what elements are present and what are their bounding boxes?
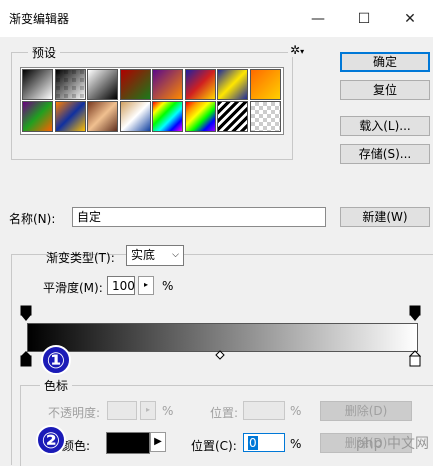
opacity-location-input[interactable] [243,401,285,420]
preset-swatch[interactable] [54,69,86,100]
load-button[interactable]: 载入(L)... [340,116,430,136]
minimize-button[interactable]: — [295,0,341,37]
color-location-value: 0 [248,436,258,450]
smoothness-stepper-button[interactable]: ▸ [138,276,154,295]
opacity-unit: % [162,404,174,418]
preset-swatch[interactable] [119,69,151,100]
preset-swatch[interactable] [249,69,281,100]
color-stop-right[interactable] [409,350,421,368]
color-location-label: 位置(C): [191,439,237,453]
gear-icon[interactable]: ✲▾ [288,43,307,57]
window-title: 渐变编辑器 [9,12,70,26]
maximize-button[interactable]: ☐ [341,0,387,37]
color-swatch[interactable] [106,432,150,454]
opacity-input[interactable] [107,401,137,420]
color-stop-left[interactable] [20,350,32,368]
save-button[interactable]: 存储(S)... [340,144,430,164]
presets-swatch-grid [20,67,284,135]
presets-label: 预设 [28,44,61,61]
opacity-stepper-button[interactable]: ▸ [140,401,156,420]
preset-swatch[interactable] [152,69,183,100]
minimize-icon: — [311,10,325,27]
preset-swatch[interactable] [152,101,183,132]
smoothness-label: 平滑度(M): [43,281,103,295]
preset-swatch[interactable] [249,101,281,132]
color-menu-button[interactable]: ▶ [150,432,166,452]
annotation-marker-two: ② [36,425,66,455]
gradient-preview-bar[interactable] [27,323,418,352]
watermark: php 中文网 [355,436,429,452]
new-button[interactable]: 新建(W) [340,207,430,227]
gradient-type-select[interactable]: 实底 ⌵ [126,245,184,266]
maximize-icon: ☐ [357,10,371,27]
name-label: 名称(N): [9,212,56,226]
smoothness-unit: % [162,279,174,293]
name-input[interactable]: 自定 [72,207,326,227]
opacity-label: 不透明度: [48,406,101,420]
opacity-delete-button[interactable]: 删除(D) [320,401,412,421]
opacity-location-label: 位置: [210,406,239,420]
preset-swatch[interactable] [22,101,53,132]
gradient-type-value: 实底 [131,248,156,262]
smoothness-input[interactable]: 100 [107,276,135,295]
opacity-location-unit: % [290,404,302,418]
preset-swatch[interactable] [217,69,248,100]
opacity-stop-left[interactable] [20,305,32,323]
ok-button[interactable]: 确定 [340,52,430,72]
color-location-unit: % [290,437,302,451]
title-bar: 渐变编辑器 — ☐ ✕ [0,0,433,37]
color-label: 颜色: [62,439,91,453]
preset-swatch[interactable] [22,69,53,100]
close-icon: ✕ [404,10,416,27]
opacity-stop-right[interactable] [409,305,421,323]
preset-swatch[interactable] [184,69,216,100]
stops-group-label: 色标 [40,377,73,394]
preset-swatch[interactable] [184,101,216,132]
color-location-input[interactable]: 0 [243,433,285,452]
preset-swatch[interactable] [217,101,248,132]
preset-swatch[interactable] [87,101,118,132]
close-button[interactable]: ✕ [387,0,433,37]
gradient-type-label: 渐变类型(T): [46,251,115,265]
reset-button[interactable]: 复位 [340,80,430,100]
annotation-marker-one: ① [41,345,71,375]
preset-swatch[interactable] [54,101,86,132]
chevron-down-icon: ⌵ [172,250,179,260]
preset-swatch[interactable] [119,101,151,132]
preset-swatch[interactable] [87,69,118,100]
midpoint-diamond[interactable] [215,350,225,360]
